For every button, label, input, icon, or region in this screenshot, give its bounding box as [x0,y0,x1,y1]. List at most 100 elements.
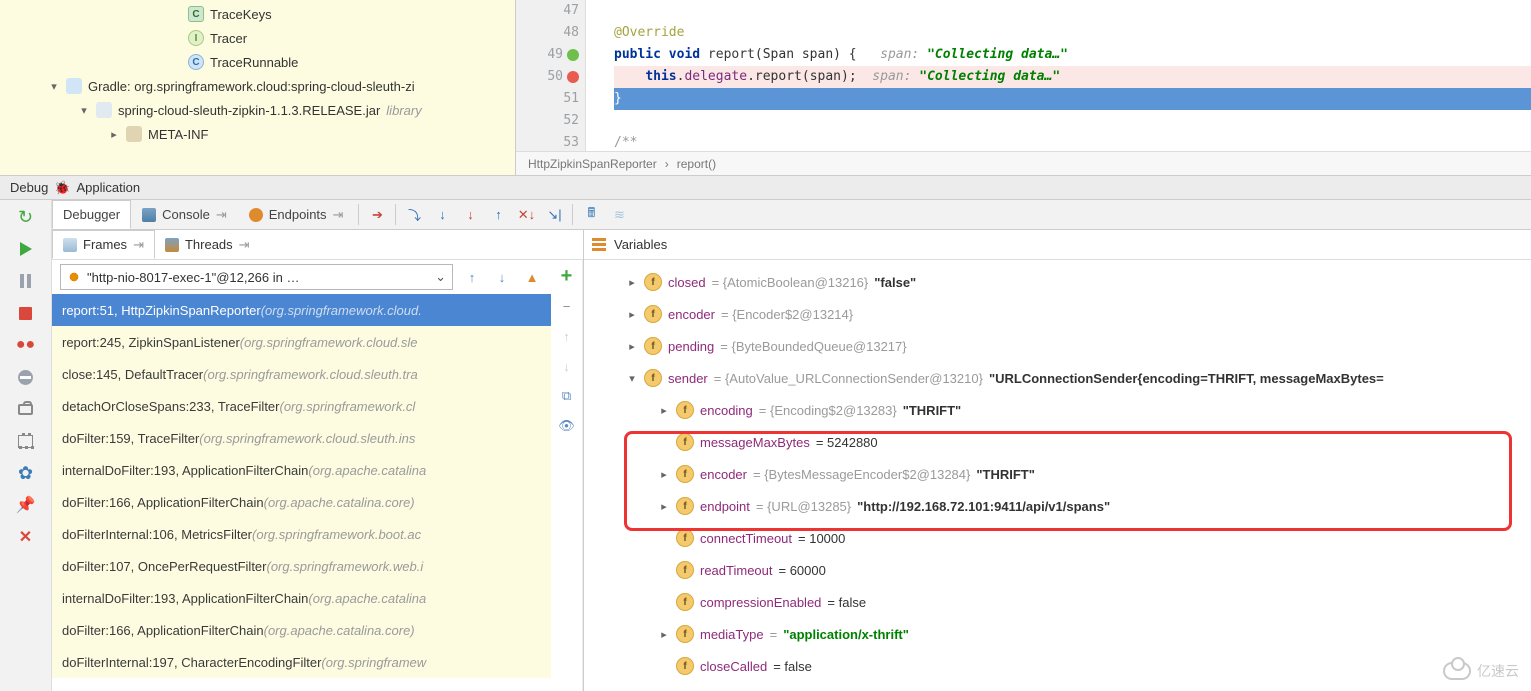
stack-frame[interactable]: doFilter:107, OncePerRequestFilter (org.… [52,550,551,582]
view-breakpoints-button[interactable]: ●● [14,336,38,354]
variable-row[interactable]: ▸fmessageMaxBytes = 5242880 [584,426,1531,458]
breadcrumb[interactable]: HttpZipkinSpanReporter › report() [516,151,1531,175]
expand-toggle[interactable]: ▸ [658,500,670,513]
expand-toggle[interactable]: ▸ [108,128,120,141]
close-button[interactable]: ✕ [14,528,38,546]
breakpoint-icon[interactable] [567,71,579,83]
variable-row[interactable]: ▸fcompressionEnabled = false [584,586,1531,618]
code-line[interactable]: this.delegate.report(span); span: "Colle… [614,66,1531,88]
frames-tab[interactable]: Frames⇥ [52,230,155,259]
tree-item[interactable]: ▸CTraceKeys [0,2,515,26]
stack-frame[interactable]: report:51, HttpZipkinSpanReporter (org.s… [52,294,551,326]
stack-frame[interactable]: internalDoFilter:193, ApplicationFilterC… [52,454,551,486]
stack-frame[interactable]: doFilterInternal:197, CharacterEncodingF… [52,646,551,678]
code-line[interactable] [614,0,1531,22]
line-number[interactable]: 48 [516,22,579,44]
breadcrumb-item[interactable]: HttpZipkinSpanReporter [528,157,657,171]
copy-button[interactable]: ⧉ [557,386,577,406]
line-number[interactable]: 50 [516,66,579,88]
stack-frame[interactable]: doFilter:159, TraceFilter (org.springfra… [52,422,551,454]
call-stack[interactable]: report:51, HttpZipkinSpanReporter (org.s… [52,294,551,691]
down-button[interactable]: ↓ [557,356,577,376]
project-tree[interactable]: ▸CTraceKeys▸ITracer▸CTraceRunnable▾Gradl… [0,0,516,175]
get-thread-dump-button[interactable] [14,400,38,418]
expand-toggle[interactable]: ▸ [626,276,638,289]
stack-frame[interactable]: report:245, ZipkinSpanListener (org.spri… [52,326,551,358]
step-out-button[interactable]: ↑ [484,200,512,229]
stack-frame[interactable]: doFilter:166, ApplicationFilterChain (or… [52,486,551,518]
tab-endpoints[interactable]: Endpoints⇥ [238,200,355,229]
line-number[interactable]: 49 [516,44,579,66]
stack-frame[interactable]: internalDoFilter:193, ApplicationFilterC… [52,582,551,614]
prev-frame-button[interactable]: ↑ [461,266,483,288]
step-into-button[interactable]: ↓ [428,200,456,229]
next-frame-button[interactable]: ↓ [491,266,513,288]
stack-frame[interactable]: doFilterInternal:106, MetricsFilter (org… [52,518,551,550]
expand-toggle[interactable]: ▾ [78,104,90,117]
code-editor[interactable]: 47484950515253 @Overridepublic void repo… [516,0,1531,175]
debug-toolwindow-bar[interactable]: Debug 🐞 Application [0,175,1531,200]
variable-row[interactable]: ▸fmediaType = "application/x-thrift" [584,618,1531,650]
drop-frame-button[interactable]: ✕↓ [512,200,540,229]
resume-button[interactable] [14,240,38,258]
code-line[interactable]: public void report(Span span) { span: "C… [614,44,1531,66]
layout-button[interactable] [14,432,38,450]
stack-frame[interactable]: doFilter:166, ApplicationFilterChain (or… [52,614,551,646]
variable-row[interactable]: ▸freadTimeout = 60000 [584,554,1531,586]
variable-row[interactable]: ▸fencoder = {Encoder$2@13214} [584,298,1531,330]
variable-row[interactable]: ▸fconnectTimeout = 10000 [584,522,1531,554]
settings-button[interactable]: ✿ [14,464,38,482]
variable-row[interactable]: ▸fendpoint = {URL@13285} "http://192.168… [584,490,1531,522]
pause-button[interactable] [14,272,38,290]
stack-frame[interactable]: close:145, DefaultTracer (org.springfram… [52,358,551,390]
tree-item[interactable]: ▸CTraceRunnable [0,50,515,74]
step-over-button[interactable]: ⤵ [400,200,428,229]
code-line[interactable]: } [614,88,1531,110]
line-number[interactable]: 51 [516,88,579,110]
tree-item[interactable]: ▸ITracer [0,26,515,50]
stack-frame[interactable]: detachOrCloseSpans:233, TraceFilter (org… [52,390,551,422]
variable-row[interactable]: ▸fencoder = {BytesMessageEncoder$2@13284… [584,458,1531,490]
stop-button[interactable] [14,304,38,322]
code-line[interactable] [614,110,1531,132]
code-line[interactable]: @Override [614,22,1531,44]
run-gutter-icon[interactable] [567,49,579,61]
expand-toggle[interactable]: ▸ [658,404,670,417]
up-button[interactable]: ↑ [557,326,577,346]
expand-toggle[interactable]: ▸ [626,340,638,353]
expand-toggle[interactable]: ▸ [658,628,670,641]
remove-watch-button[interactable]: − [557,296,577,316]
variable-row[interactable]: ▸fcloseCalled = false [584,650,1531,682]
threads-tab[interactable]: Threads⇥ [155,230,260,259]
force-step-into-button[interactable]: ↓ [456,200,484,229]
line-number[interactable]: 52 [516,110,579,132]
breadcrumb-item[interactable]: report() [677,157,716,171]
variable-row[interactable]: ▸fencoding = {Encoding$2@13283} "THRIFT" [584,394,1531,426]
thread-selector[interactable]: "http-nio-8017-exec-1"@12,266 in … ⌄ [60,264,453,290]
mute-breakpoints-button[interactable] [14,368,38,386]
pin-button[interactable]: 📌 [14,496,38,514]
tab-console[interactable]: Console⇥ [131,200,238,229]
expand-toggle[interactable]: ▸ [658,468,670,481]
variable-row[interactable]: ▸fclosed = {AtomicBoolean@13216} "false" [584,266,1531,298]
filter-frames-button[interactable]: ▲ [521,266,543,288]
run-to-cursor-button[interactable]: ↘| [540,200,568,229]
var-value: "http://192.168.72.101:9411/api/v1/spans… [857,499,1110,514]
variables-tree[interactable]: ▸fclosed = {AtomicBoolean@13216} "false"… [584,260,1531,691]
variable-row[interactable]: ▸fpending = {ByteBoundedQueue@13217} [584,330,1531,362]
expand-toggle[interactable]: ▸ [626,308,638,321]
variable-row[interactable]: ▾fsender = {AutoValue_URLConnectionSende… [584,362,1531,394]
tree-item[interactable]: ▾spring-cloud-sleuth-zipkin-1.1.3.RELEAS… [0,98,515,122]
expand-toggle[interactable]: ▾ [48,80,60,93]
trace-button[interactable]: ≋ [605,200,633,229]
evaluate-button[interactable]: 🖩 [577,200,605,229]
show-watches-button[interactable]: 👁 [557,416,577,436]
tree-item[interactable]: ▾Gradle: org.springframework.cloud:sprin… [0,74,515,98]
show-exec-point-button[interactable]: ➔ [363,200,391,229]
new-watch-button[interactable]: + [557,266,577,286]
rerun-button[interactable]: ↻ [14,208,38,226]
expand-toggle[interactable]: ▾ [626,372,638,385]
tab-debugger[interactable]: Debugger [52,200,131,229]
line-number[interactable]: 47 [516,0,579,22]
tree-item[interactable]: ▸META-INF [0,122,515,146]
